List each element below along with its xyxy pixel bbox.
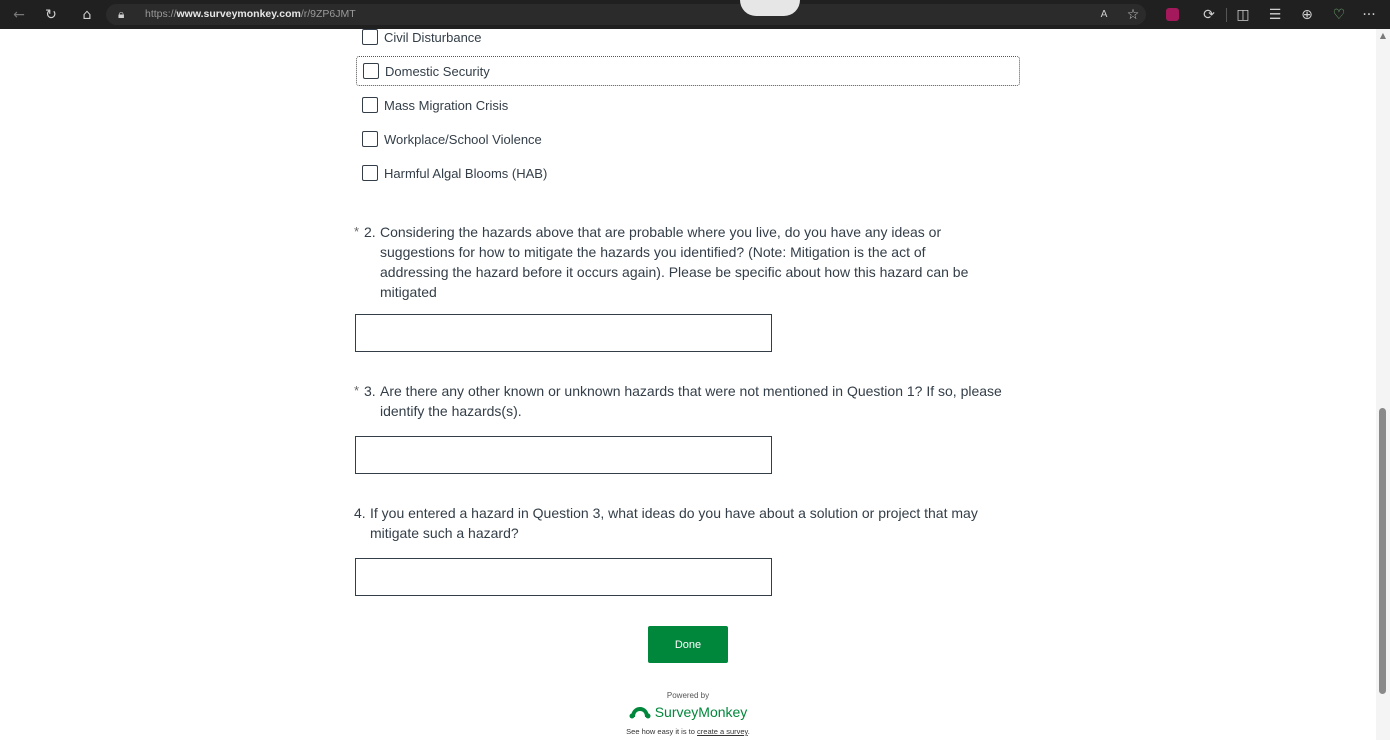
powered-by-text: Powered by [666, 691, 710, 700]
checkbox[interactable] [362, 97, 378, 113]
checkbox[interactable] [362, 29, 378, 45]
split-screen-icon[interactable]: ◫ [1234, 0, 1252, 29]
answer-field-q2[interactable] [355, 314, 772, 352]
question-line: Considering the hazards above that are p… [380, 224, 942, 240]
question-line: Are there any other known or unknown haz… [380, 383, 1002, 399]
checkbox-label[interactable]: Domestic Security [385, 64, 490, 79]
surveymonkey-logo[interactable]: SurveyMonkey [588, 702, 788, 722]
checkbox-option[interactable]: Mass Migration Crisis [356, 90, 1020, 120]
question-4: 4. If you entered a hazard in Question 3… [354, 503, 978, 543]
favorite-star-icon[interactable]: ☆ [1124, 0, 1142, 29]
extensions-icon[interactable]: ⟳ [1200, 0, 1218, 29]
tagline-suffix: . [747, 727, 750, 736]
question-number: 4. [354, 505, 366, 521]
brand-name: SurveyMonkey [654, 704, 748, 720]
tagline-prefix: See how easy it is to [626, 727, 698, 736]
question-2: * 2. Considering the hazards above that … [354, 222, 968, 302]
lock-icon[interactable]: 🔒︎ [118, 4, 130, 25]
question-3: * 3. Are there any other known or unknow… [354, 381, 1002, 421]
checkbox-label[interactable]: Harmful Algal Blooms (HAB) [384, 166, 547, 181]
tab-notch [740, 0, 800, 16]
extension-icon[interactable] [1166, 8, 1179, 21]
question-text: If you entered a hazard in Question 3, w… [370, 503, 978, 543]
question-text: Considering the hazards above that are p… [380, 222, 968, 302]
question-line: mitigate such a hazard? [370, 525, 519, 541]
back-arrow-icon[interactable]: ← [10, 0, 28, 29]
url-prefix: https:// [145, 8, 177, 20]
browser-essentials-icon[interactable]: ♡ [1330, 0, 1348, 29]
required-asterisk: * [354, 224, 360, 239]
tagline: See how easy it is to create a survey. [560, 727, 816, 736]
checkbox-option[interactable]: Workplace/School Violence [356, 124, 1020, 154]
question-line: addressing the hazard before it occurs a… [380, 264, 969, 280]
checkbox[interactable] [363, 63, 379, 79]
answer-field-q4[interactable] [355, 558, 772, 596]
checkbox-option[interactable]: Harmful Algal Blooms (HAB) [356, 158, 1020, 188]
create-survey-link[interactable]: create a survey [697, 727, 748, 736]
scrollbar-thumb[interactable] [1379, 408, 1386, 694]
question-number: 2. [364, 224, 376, 240]
url-path: /r/9ZP6JMT [300, 8, 356, 20]
more-menu-icon[interactable]: ··· [1360, 0, 1378, 29]
favorites-bar-icon[interactable]: ☰ [1266, 0, 1284, 29]
checkbox[interactable] [362, 131, 378, 147]
question-line: mitigated [380, 284, 437, 300]
toolbar-divider [1226, 8, 1227, 22]
surveymonkey-logo-icon [629, 707, 651, 719]
checkbox[interactable] [362, 165, 378, 181]
checkbox-option[interactable]: Domestic Security [356, 56, 1020, 86]
scroll-up-arrow-icon[interactable]: ▲ [1376, 30, 1390, 42]
refresh-icon[interactable]: ↻ [42, 0, 60, 29]
done-button[interactable]: Done [648, 626, 728, 663]
answer-field-q3[interactable] [355, 436, 772, 474]
url-text[interactable]: https://www.surveymonkey.com/r/9ZP6JMT [145, 4, 356, 25]
question-text: Are there any other known or unknown haz… [380, 381, 1002, 421]
question-number: 3. [364, 383, 376, 399]
question-line: suggestions for how to mitigate the haza… [380, 244, 926, 260]
checkbox-label[interactable]: Workplace/School Violence [384, 132, 542, 147]
checkbox-label[interactable]: Civil Disturbance [384, 30, 482, 45]
checkbox-option[interactable]: Civil Disturbance [356, 22, 1020, 52]
question-line: identify the hazards(s). [380, 403, 522, 419]
collections-icon[interactable]: ⊕ [1298, 0, 1316, 29]
home-icon[interactable]: ⌂ [78, 0, 96, 29]
read-aloud-icon[interactable]: A [1096, 0, 1112, 29]
question-line: If you entered a hazard in Question 3, w… [370, 505, 978, 521]
checkbox-label[interactable]: Mass Migration Crisis [384, 98, 508, 113]
required-asterisk: * [354, 383, 360, 398]
url-domain: www.surveymonkey.com [176, 8, 301, 20]
